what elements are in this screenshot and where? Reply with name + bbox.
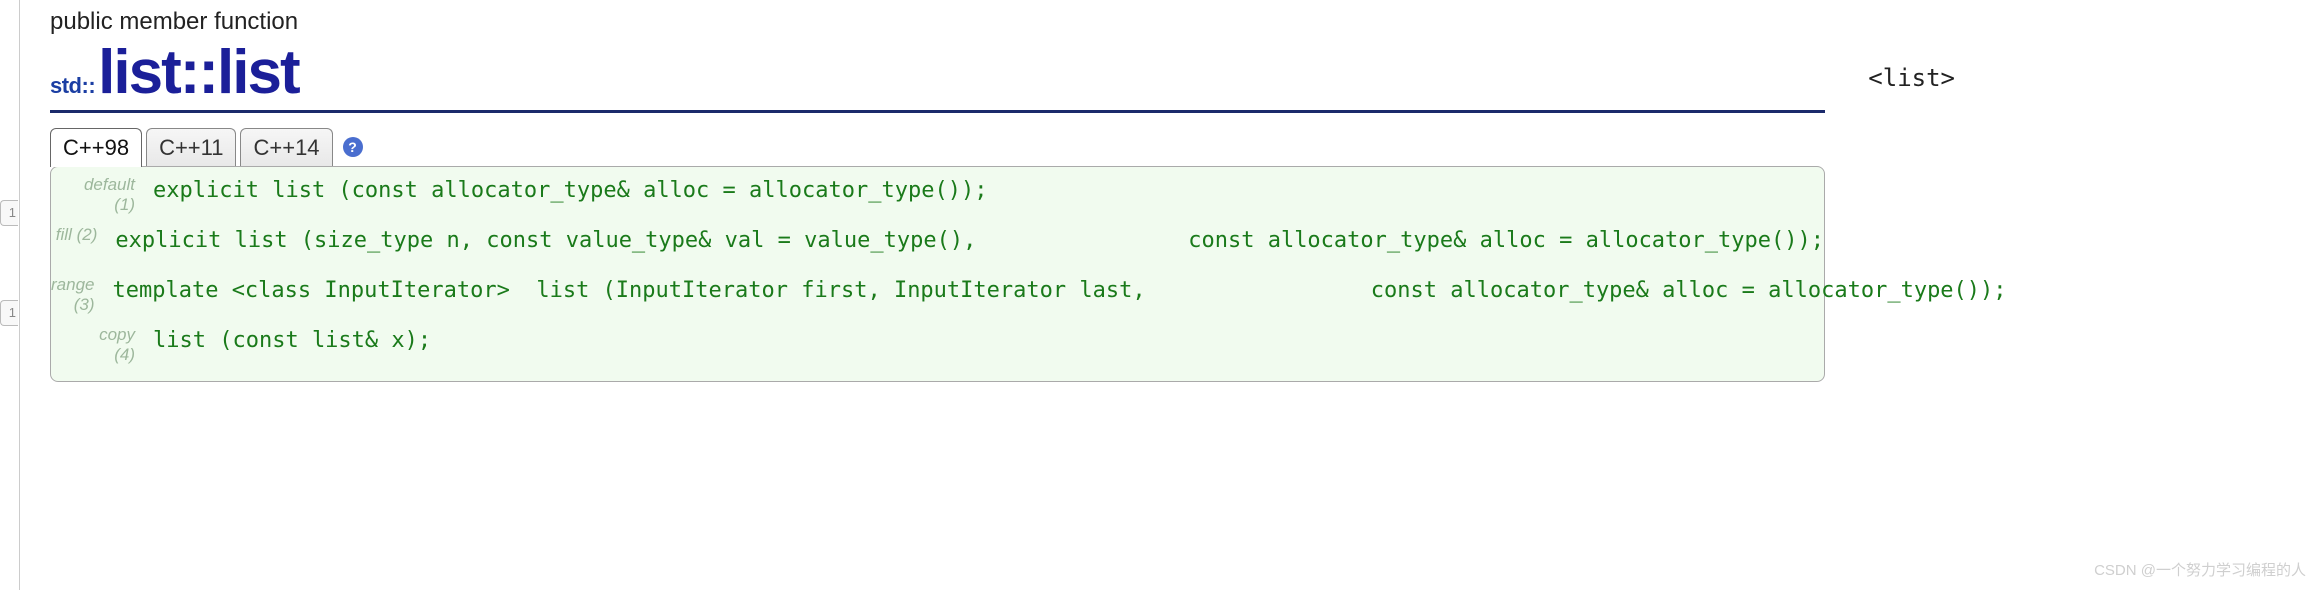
namespace-prefix: std:: — [50, 73, 95, 99]
signature-row-range: range (3) template <class InputIterator>… — [51, 271, 1824, 321]
signature-name: copy — [99, 325, 135, 344]
signature-name: range — [51, 275, 94, 294]
signature-name: fill — [56, 225, 72, 244]
signature-label: copy (4) — [51, 325, 143, 366]
signature-code: list (const list& x); — [143, 325, 431, 353]
tab-cpp98[interactable]: C++98 — [50, 128, 142, 167]
signature-number: (1) — [51, 195, 135, 215]
left-gutter: 1 1 — [0, 0, 20, 590]
signature-name: default — [84, 175, 135, 194]
signature-row-copy: copy (4) list (const list& x); — [51, 321, 1824, 371]
signature-label: fill (2) — [51, 225, 105, 245]
signature-row-fill: fill (2) explicit list (size_type n, con… — [51, 221, 1824, 271]
signature-label: range (3) — [51, 275, 102, 316]
title-left: std:: list::list — [50, 42, 299, 104]
watermark: CSDN @一个努力学习编程的人 — [2094, 559, 2306, 580]
page-title: list::list — [98, 42, 298, 104]
signature-code: template <class InputIterator> list (Inp… — [102, 275, 2006, 303]
tab-cpp11[interactable]: C++11 — [146, 128, 236, 167]
signature-number: (3) — [51, 295, 94, 315]
signature-code: explicit list (size_type n, const value_… — [105, 225, 1824, 253]
tab-cpp14[interactable]: C++14 — [240, 128, 332, 167]
title-row: std:: list::list <list> — [50, 42, 1825, 113]
signature-label: default (1) — [51, 175, 143, 216]
signature-number: (4) — [51, 345, 135, 365]
gutter-marker: 1 — [0, 300, 18, 326]
signature-number: (2) — [77, 225, 98, 244]
standard-tabs: C++98 C++11 C++14 ? — [50, 127, 2312, 166]
gutter-marker: 1 — [0, 200, 18, 226]
header-include: <list> — [1868, 64, 1955, 92]
signature-row-default: default (1) explicit list (const allocat… — [51, 171, 1824, 221]
signature-box: default (1) explicit list (const allocat… — [50, 166, 1825, 382]
signature-code: explicit list (const allocator_type& all… — [143, 175, 987, 203]
page-content: public member function std:: list::list … — [50, 8, 2312, 382]
category-label: public member function — [50, 8, 2312, 36]
help-icon[interactable]: ? — [343, 137, 363, 157]
